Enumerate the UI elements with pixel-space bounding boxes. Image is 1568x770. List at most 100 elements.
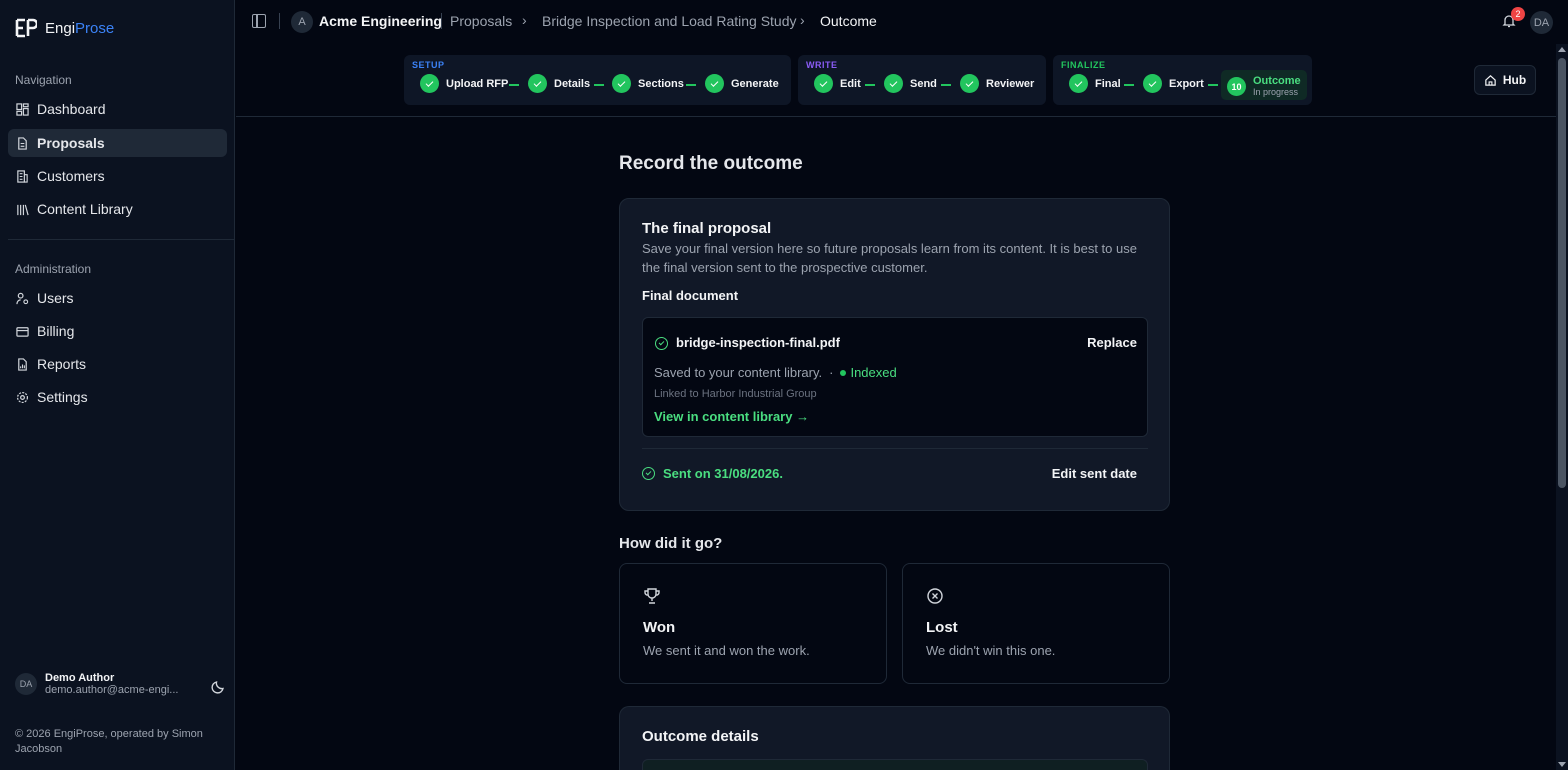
step-connector <box>865 84 875 86</box>
final-document-box: bridge-inspection-final.pdf Replace Save… <box>642 317 1148 437</box>
step-connector <box>1124 84 1134 86</box>
check-icon <box>420 74 439 93</box>
chevron-right-icon: › <box>800 12 805 28</box>
step-outcome-label: Outcome <box>1253 75 1301 87</box>
card-divider <box>642 448 1148 449</box>
breadcrumb-proposal[interactable]: Bridge Inspection and Load Rating Study <box>542 13 797 29</box>
check-icon <box>528 74 547 93</box>
outcome-details-field <box>642 759 1148 770</box>
step-send[interactable]: Send <box>884 74 937 93</box>
sent-date: Sent on 31/08/2026. <box>663 466 783 481</box>
breadcrumb-current: Outcome <box>820 13 877 29</box>
step-group-finalize: FINALIZE Final Export 10 Outcome In prog… <box>1053 55 1312 105</box>
sidebar-item-reports[interactable]: Reports <box>8 350 227 378</box>
org-avatar[interactable]: A <box>291 11 313 33</box>
step-group-setup: SETUP Upload RFP Details Sections Genera… <box>404 55 791 105</box>
step-outcome-current[interactable]: 10 Outcome In progress <box>1221 70 1307 100</box>
separator: · <box>829 365 834 380</box>
scroll-down-arrow[interactable] <box>1558 762 1566 767</box>
step-generate[interactable]: Generate <box>705 74 779 93</box>
sidebar-item-dashboard[interactable]: Dashboard <box>8 95 227 123</box>
check-icon <box>1143 74 1162 93</box>
check-circle-icon <box>655 337 668 350</box>
main-scrollbar[interactable] <box>1556 44 1568 770</box>
x-circle-icon <box>927 588 943 604</box>
linked-customer: Linked to Harbor Industrial Group <box>654 388 817 400</box>
sidebar-item-label: Settings <box>37 389 88 405</box>
step-sections[interactable]: Sections <box>612 74 684 93</box>
scroll-thumb[interactable] <box>1558 58 1566 488</box>
scroll-up-arrow[interactable] <box>1558 47 1566 52</box>
sidebar: EngiProse Navigation Dashboard Proposals… <box>0 0 235 770</box>
lost-option[interactable]: Lost We didn't win this one. <box>902 563 1170 684</box>
group-label: FINALIZE <box>1061 60 1106 70</box>
step-number: 10 <box>1227 77 1246 96</box>
user-email: demo.author@acme-engi... <box>45 684 179 696</box>
indexed-badge: Indexed <box>850 365 897 380</box>
won-option[interactable]: Won We sent it and won the work. <box>619 563 887 684</box>
sidebar-item-label: Content Library <box>37 201 133 217</box>
hub-label: Hub <box>1502 73 1527 87</box>
saved-text: Saved to your content library. <box>654 365 823 380</box>
step-edit[interactable]: Edit <box>814 74 861 93</box>
sidebar-divider <box>8 239 235 240</box>
library-icon <box>17 204 29 215</box>
group-label: SETUP <box>412 60 445 70</box>
status-dot <box>840 369 847 376</box>
group-label: WRITE <box>806 60 838 70</box>
footer-copyright: © 2026 EngiProse, operated by Simon Jaco… <box>15 728 203 755</box>
check-icon <box>884 74 903 93</box>
edit-sent-date-button[interactable]: Edit sent date <box>1052 466 1137 481</box>
sidebar-item-users[interactable]: Users <box>8 284 227 312</box>
step-final[interactable]: Final <box>1069 74 1121 93</box>
hub-button[interactable]: Hub <box>1474 65 1536 95</box>
user-name: Demo Author <box>45 672 115 684</box>
view-in-library-link[interactable]: View in content library → <box>654 409 809 424</box>
step-export[interactable]: Export <box>1143 74 1204 93</box>
won-description: We sent it and won the work. <box>643 643 810 658</box>
won-title: Won <box>643 619 676 636</box>
sidebar-item-content-library[interactable]: Content Library <box>8 195 227 223</box>
check-icon <box>814 74 833 93</box>
lost-title: Lost <box>926 619 958 636</box>
sidebar-item-billing[interactable]: Billing <box>8 317 227 345</box>
sidebar-item-label: Proposals <box>37 135 105 151</box>
step-details[interactable]: Details <box>528 74 590 93</box>
step-outcome-status: In progress <box>1253 87 1299 97</box>
org-name[interactable]: Acme Engineering <box>319 13 442 29</box>
moon-icon[interactable] <box>211 678 227 694</box>
user-avatar[interactable]: DA <box>1530 11 1553 34</box>
user-menu[interactable]: DA Demo Author demo.author@acme-engi... <box>15 672 227 696</box>
sidebar-item-label: Reports <box>37 356 87 372</box>
replace-button[interactable]: Replace <box>1087 335 1137 350</box>
sidebar-item-label: Billing <box>37 323 75 339</box>
sidebar-item-customers[interactable]: Customers <box>8 162 227 190</box>
notification-badge: 2 <box>1511 7 1525 21</box>
step-connector <box>594 84 604 86</box>
app-logo[interactable]: EngiProse <box>15 18 114 38</box>
sidebar-item-label: Users <box>37 290 74 306</box>
document-icon <box>18 136 27 150</box>
sidebar-item-proposals[interactable]: Proposals <box>8 129 227 157</box>
check-icon <box>705 74 724 93</box>
topbar-divider <box>441 13 442 29</box>
step-upload-rfp[interactable]: Upload RFP <box>420 74 508 93</box>
sidebar-item-settings[interactable]: Settings <box>8 383 227 411</box>
avatar: DA <box>15 673 37 695</box>
step-reviewer[interactable]: Reviewer <box>960 74 1034 93</box>
sidebar-toggle-icon[interactable] <box>252 14 266 28</box>
chevron-right-icon: › <box>522 12 527 28</box>
breadcrumb-proposals[interactable]: Proposals <box>450 13 512 29</box>
card-description: Save your final version here so future p… <box>642 241 1137 275</box>
nav-section-label: Navigation <box>15 73 72 87</box>
sent-status: Sent on 31/08/2026. <box>642 466 783 481</box>
step-connector <box>1208 84 1218 86</box>
sidebar-item-label: Dashboard <box>37 101 106 117</box>
check-icon <box>612 74 631 93</box>
topbar-divider <box>279 13 280 29</box>
logo-icon <box>15 18 37 38</box>
dashboard-icon <box>16 102 29 116</box>
trophy-icon <box>644 588 660 604</box>
file-name: bridge-inspection-final.pdf <box>676 335 840 350</box>
credit-card-icon <box>16 326 29 337</box>
